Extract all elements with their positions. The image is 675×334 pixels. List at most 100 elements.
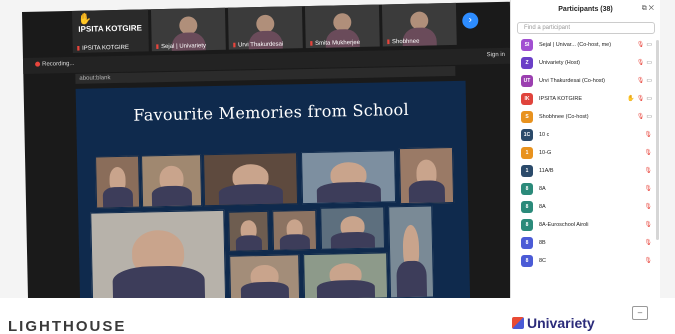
screenshot-stage: ✋ IPSITA KOTGIRE ▮ IPSITA KOTGIRE ▮ Sejal … [0,0,675,334]
participant-row[interactable]: 8 8A 🎙︎ [511,180,660,198]
participant-avatar: IK [521,93,533,105]
record-icon [35,61,41,67]
participant-name: Univariety (Host) [539,60,580,66]
video-off-icon: ▭ [646,114,652,120]
participant-avatar: 8 [521,183,533,195]
mic-muted-icon: 🎙︎ [644,168,652,174]
mic-muted-icon: 🎙︎ [636,114,645,120]
participant-status: 🎙︎ ▭ [637,77,652,84]
participant-row[interactable]: 8 8B 🎙︎ [511,234,660,252]
video-off-icon: ▭ [646,60,652,66]
recording-indicator[interactable]: Recording... [35,61,75,68]
participants-panel: Participants (38) ⧉ ✕ Find a participant… [510,0,660,330]
video-tile-name: ▮ Smita Mukherjee [309,39,361,47]
video-tile[interactable]: ▮ Sejal | Univariety [150,7,226,52]
collage-photo [320,206,386,250]
participant-search-input[interactable]: Find a participant [517,22,655,34]
mic-muted-icon: 🎙︎ [644,132,652,138]
participant-status: 🎙︎ [644,221,652,228]
footer-bar: LIGHTHOUSE Univariety [0,298,675,334]
participant-status: ✋ 🎙︎ ▭ [627,95,652,102]
participant-list: SI Sejal | Univar... (Co-host, me) 🎙︎ ▭ Z Uni… [511,36,660,270]
video-tile[interactable]: ▮ Smita Mukherjee [304,4,380,49]
participant-name: IPSITA KOTGIRE [539,96,582,102]
participant-status: 🎙︎ [644,257,652,264]
participant-row[interactable]: IK IPSITA KOTGIRE ✋ 🎙︎ ▭ [511,90,660,108]
participant-avatar: 8 [521,237,533,249]
video-tile-main-label: IPSITA KOTGIRE [78,23,143,34]
mic-muted-icon: ▮ [76,45,81,52]
participant-row[interactable]: 1 10-G 🎙︎ [511,144,660,162]
mic-muted-icon: 🎙︎ [636,78,645,84]
participant-name: 8A-Euroschool Airoli [539,222,589,228]
participants-title: Participants (38) [558,6,613,13]
video-tile-name: ▮ Urvi Thakurdesai [232,41,284,49]
video-off-icon: ▭ [646,78,652,84]
minimize-button[interactable]: – [632,306,648,320]
video-tile-main[interactable]: ✋ IPSITA KOTGIRE ▮ IPSITA KOTGIRE [71,9,149,53]
video-strip: ✋ IPSITA KOTGIRE ▮ IPSITA KOTGIRE ▮ Sejal … [71,2,463,53]
participant-name: Sejal | Univar... (Co-host, me) [539,42,612,48]
participant-avatar: S [521,111,533,123]
participant-row[interactable]: 8 8A-Euroschool Airoli 🎙︎ [511,216,660,234]
univariety-logo: Univariety [512,315,595,331]
meeting-window: ✋ IPSITA KOTGIRE ▮ IPSITA KOTGIRE ▮ Sejal … [22,1,517,312]
participant-name: 10-G [539,150,552,156]
mic-muted-icon: 🎙︎ [644,258,652,264]
mic-muted-icon: ▮ [155,44,160,51]
collage-photo [141,154,203,208]
mic-muted-icon: 🎙︎ [644,222,652,228]
participant-avatar: 1 [521,147,533,159]
collage-photo [303,252,389,301]
mic-muted-icon: 🎙︎ [636,60,645,66]
mic-muted-icon: 🎙︎ [636,96,645,102]
participant-avatar: SI [521,39,533,51]
participant-row[interactable]: SI Sejal | Univar... (Co-host, me) 🎙︎ ▭ [511,36,660,54]
close-icon[interactable]: ✕ [649,5,654,12]
participant-name: 8C [539,258,547,264]
participant-avatar: 8 [521,201,533,213]
video-off-icon: ▭ [646,96,652,102]
participant-status: 🎙︎ [644,149,652,156]
participant-status: 🎙︎ ▭ [637,113,652,120]
next-page-button[interactable]: › [462,12,479,29]
video-tile[interactable]: ▮ Shobhnee [381,2,457,47]
participant-name: 11A/B [539,168,554,174]
univariety-logo-icon [512,317,524,329]
sign-in-button[interactable]: Sign in [487,52,505,58]
participant-name: Urvi Thakurdesai (Co-host) [539,78,605,84]
participant-name: 8A [539,186,546,192]
mic-muted-icon: ▮ [386,39,391,46]
collage-photo [229,254,301,302]
collage-photo [203,152,299,207]
participant-row[interactable]: 1 11A/B 🎙︎ [511,162,660,180]
collage-photo [398,147,455,205]
participant-row[interactable]: S Shobhnee (Co-host) 🎙︎ ▭ [511,108,660,126]
participant-status: 🎙︎ [644,239,652,246]
participant-name: 8B [539,240,546,246]
scrollbar[interactable] [656,40,659,240]
participant-row[interactable]: 1C 10 c 🎙︎ [511,126,660,144]
mic-muted-icon: 🎙︎ [644,240,652,246]
lighthouse-logo: LIGHTHOUSE [8,318,127,334]
collage-photo [300,150,397,205]
mic-muted-icon: ▮ [309,40,314,47]
participant-status: 🎙︎ ▭ [637,59,652,66]
video-tile-name: ▮ Sejal | Univariety [155,43,207,51]
participant-avatar: 8 [521,255,533,267]
collage-photo [228,210,270,252]
participant-row[interactable]: 8 8C 🎙︎ [511,252,660,270]
participant-row[interactable]: Z Univariety (Host) 🎙︎ ▭ [511,54,660,72]
participant-status: 🎙︎ [644,131,652,138]
participant-name: 8A [539,204,546,210]
popout-icon[interactable]: ⧉ [642,5,647,12]
participant-row[interactable]: 8 8A 🎙︎ [511,198,660,216]
participant-name: 10 c [539,132,550,138]
mic-muted-icon: 🎙︎ [636,42,645,48]
participant-row[interactable]: UT Urvi Thakurdesai (Co-host) 🎙︎ ▭ [511,72,660,90]
video-tile-main-name: ▮ IPSITA KOTGIRE [76,44,130,52]
participant-avatar: 1 [521,165,533,177]
participant-avatar: 1C [521,129,533,141]
participant-status: 🎙︎ [644,167,652,174]
video-tile[interactable]: ▮ Urvi Thakurdesai [227,6,303,50]
